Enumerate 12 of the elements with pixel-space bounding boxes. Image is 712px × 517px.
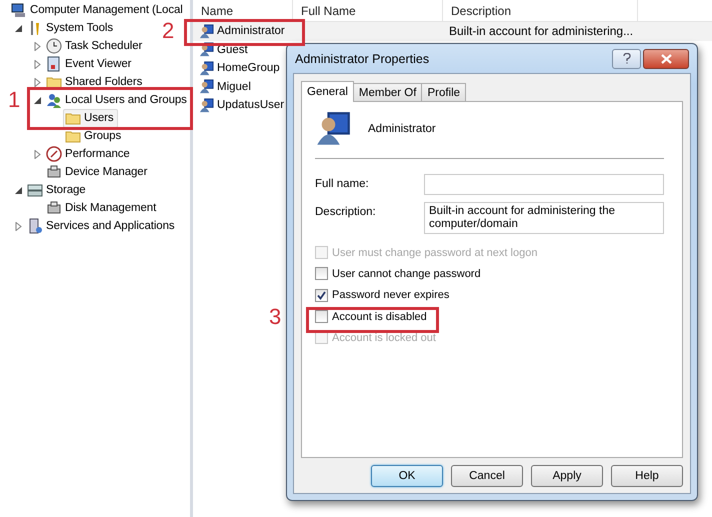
user-name: HomeGroup xyxy=(217,62,280,74)
user-name: Administrator xyxy=(368,123,436,135)
user-name: UpdatusUser xyxy=(217,99,284,112)
user-name: Administrator xyxy=(217,25,285,38)
field-label: Description: xyxy=(315,205,377,220)
step-number: 2 xyxy=(162,20,174,42)
user-name: Miguel xyxy=(217,80,251,93)
field-label: Full name: xyxy=(315,177,370,192)
dialog-title: Administrator Properties xyxy=(294,52,430,66)
step-number: 3 xyxy=(269,306,282,328)
description-cell: Built-in account for administering... xyxy=(449,24,634,38)
step-number: 1 xyxy=(8,89,20,111)
